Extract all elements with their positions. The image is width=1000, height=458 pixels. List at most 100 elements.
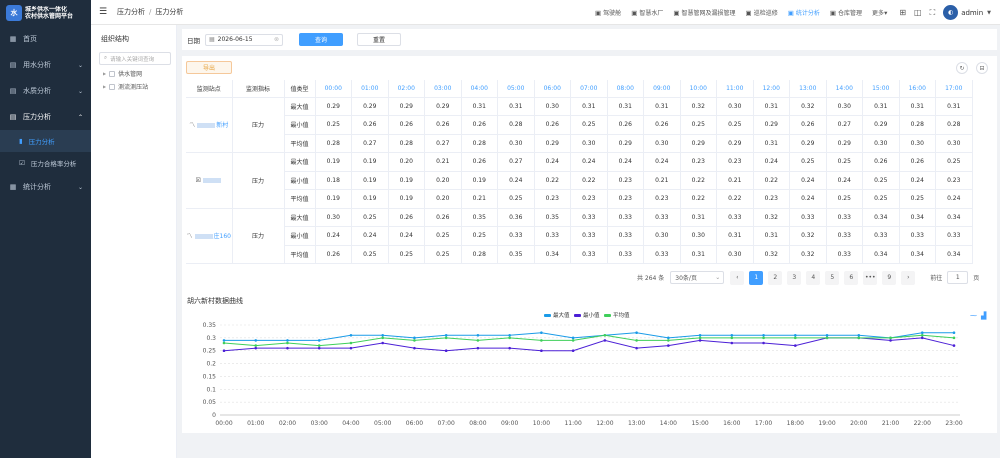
value-cell: 0.27 bbox=[351, 134, 389, 153]
nav-inspection[interactable]: ▣ 巡检巡修 bbox=[746, 8, 778, 18]
page-button[interactable]: 3 bbox=[787, 270, 802, 285]
tree-node[interactable]: ▶ 供水管网 bbox=[103, 69, 176, 78]
site-trend-icon[interactable]: 〽 bbox=[187, 233, 193, 240]
column-settings-icon[interactable]: ⊟ bbox=[976, 62, 988, 74]
x-tick-label: 04:00 bbox=[342, 420, 359, 427]
data-point bbox=[571, 336, 575, 340]
avatar[interactable]: ◐ bbox=[943, 5, 959, 20]
value-type-cell: 平均值 bbox=[284, 134, 316, 153]
value-cell: 0.26 bbox=[899, 152, 936, 172]
bar-chart-icon: ▮ bbox=[19, 137, 23, 145]
next-page-button[interactable]: › bbox=[901, 270, 916, 285]
value-cell: 0.18 bbox=[315, 171, 352, 190]
nav-warehouse[interactable]: ▣ 仓库管理 bbox=[830, 8, 862, 18]
tree-search-placeholder: 请输入关键词查询 bbox=[110, 56, 155, 63]
tree-node-label: 测流测压站 bbox=[118, 84, 149, 91]
sidebar-subitem-pass-rate[interactable]: ☑ 压力合格率分析 bbox=[0, 152, 91, 174]
tree-node[interactable]: ▶ 测流测压站 bbox=[103, 82, 176, 91]
data-point bbox=[381, 341, 384, 345]
value-cell: 0.26 bbox=[789, 115, 827, 135]
tree-search-input[interactable]: ⌕ 请输入关键词查询 bbox=[99, 52, 171, 65]
sidebar-item-pressure-analysis[interactable]: ▤ 压力分析 ⌃ bbox=[0, 104, 91, 130]
sidebar-item-quality-analysis[interactable]: ▤ 水质分析 ⌄ bbox=[0, 78, 91, 104]
page-button[interactable]: 6 bbox=[844, 270, 859, 285]
value-cell: 0.21 bbox=[643, 171, 681, 190]
query-button[interactable]: 查询 bbox=[299, 33, 343, 46]
goto-input[interactable]: 1 bbox=[947, 271, 969, 284]
grid-icon[interactable]: ⊞ bbox=[899, 8, 906, 17]
tree-checkbox[interactable] bbox=[109, 70, 116, 77]
app-title: 城乡供水一体化 农村供水管网平台 bbox=[25, 6, 73, 20]
clear-icon[interactable]: ⊗ bbox=[274, 36, 279, 43]
sidebar-item-home[interactable]: ▦ 首页 bbox=[0, 26, 91, 52]
page-button[interactable]: 9 bbox=[882, 270, 897, 285]
data-point bbox=[667, 336, 670, 340]
value-cell: 0.33 bbox=[497, 226, 535, 246]
site-cell[interactable]: 〽 庄160 bbox=[186, 208, 233, 264]
data-point bbox=[794, 333, 797, 337]
fullscreen-icon[interactable]: ⛶ bbox=[930, 8, 936, 18]
page-button[interactable]: 1 bbox=[749, 270, 764, 285]
value-cell: 0.26 bbox=[534, 115, 571, 135]
site-name[interactable]: 新村 bbox=[216, 122, 228, 129]
value-cell: 0.23 bbox=[534, 189, 571, 209]
refresh-icon[interactable]: ↻ bbox=[956, 62, 968, 74]
value-cell: 0.30 bbox=[680, 226, 717, 246]
value-cell: 0.33 bbox=[607, 226, 644, 246]
site-trend-icon[interactable]: ☒ bbox=[196, 177, 201, 184]
value-cell: 0.25 bbox=[388, 245, 425, 264]
data-point bbox=[540, 339, 543, 342]
value-cell: 0.31 bbox=[680, 208, 717, 227]
expand-icon[interactable]: ▶ bbox=[103, 84, 106, 89]
value-cell: 0.24 bbox=[497, 171, 535, 190]
layout-icon[interactable]: ◫ bbox=[914, 8, 922, 17]
caret-down-icon[interactable]: ▼ bbox=[987, 10, 991, 16]
data-point bbox=[794, 344, 797, 347]
data-point bbox=[920, 333, 924, 337]
username[interactable]: admin bbox=[961, 9, 983, 17]
nav-statistics[interactable]: ▣ 统计分析 bbox=[788, 8, 820, 18]
expand-icon[interactable]: ▶ bbox=[103, 71, 106, 76]
hour-column-header: 17:00 bbox=[935, 80, 973, 98]
line-chart-toggle-icon: ⁓ bbox=[970, 312, 977, 320]
page-button[interactable]: 5 bbox=[825, 270, 840, 285]
sidebar-item-statistics[interactable]: ▦ 统计分析 ⌄ bbox=[0, 174, 91, 200]
prev-page-button[interactable]: ‹ bbox=[730, 270, 745, 285]
chevron-down-icon: ⌄ bbox=[77, 87, 83, 95]
hour-column-header: 10:00 bbox=[680, 80, 717, 98]
hamburger-icon[interactable]: ☰ bbox=[99, 7, 109, 17]
reset-button[interactable]: 重置 bbox=[357, 33, 401, 46]
value-cell: 0.24 bbox=[534, 152, 571, 172]
page-button[interactable]: 2 bbox=[768, 270, 783, 285]
value-cell: 0.34 bbox=[899, 245, 936, 264]
nav-pipe-network[interactable]: ▣ 智慧管网及漏损管理 bbox=[673, 8, 735, 18]
tree-checkbox[interactable] bbox=[109, 83, 116, 90]
breadcrumb-item[interactable]: 压力分析 bbox=[117, 8, 145, 16]
data-point bbox=[730, 341, 734, 345]
page-button[interactable]: ••• bbox=[863, 270, 878, 285]
app-logo: 水 城乡供水一体化 农村供水管网平台 bbox=[0, 0, 91, 26]
chart-title: 胡六新村数据曲线 bbox=[187, 297, 243, 305]
site-trend-icon[interactable]: 〽 bbox=[189, 122, 195, 129]
bar-chart-toggle-icon: ▟ bbox=[981, 311, 987, 320]
site-name[interactable]: 庄160 bbox=[214, 233, 231, 240]
legend-label: 平均值 bbox=[613, 311, 630, 319]
nav-smart-plant[interactable]: ▣ 智慧水厂 bbox=[631, 8, 663, 18]
site-cell[interactable]: 〽 新村 bbox=[186, 97, 233, 153]
nav-more[interactable]: 更多 ▾ bbox=[872, 8, 889, 18]
sidebar-subitem-pressure[interactable]: ▮ 压力分析 bbox=[0, 130, 91, 152]
export-button[interactable]: 导出 bbox=[186, 61, 232, 74]
page-button[interactable]: 4 bbox=[806, 270, 821, 285]
sidebar-item-water-analysis[interactable]: ▤ 用水分析 ⌄ bbox=[0, 52, 91, 78]
value-cell: 0.31 bbox=[716, 226, 754, 246]
sidebar-subitem-label: 压力合格率分析 bbox=[30, 160, 77, 168]
date-picker[interactable]: ▦ 2026-06-15 ⊗ bbox=[205, 33, 283, 46]
site-cell[interactable]: ☒ bbox=[186, 152, 233, 209]
nav-cockpit[interactable]: ▣ 驾驶舱 bbox=[595, 8, 621, 18]
value-cell: 0.25 bbox=[899, 189, 936, 209]
data-point bbox=[730, 333, 734, 337]
x-tick-label: 11:00 bbox=[564, 420, 581, 427]
hour-column-header: 07:00 bbox=[570, 80, 608, 98]
page-size-select[interactable]: 30条/页 ⌄ bbox=[670, 271, 725, 284]
value-cell: 0.29 bbox=[607, 134, 644, 153]
